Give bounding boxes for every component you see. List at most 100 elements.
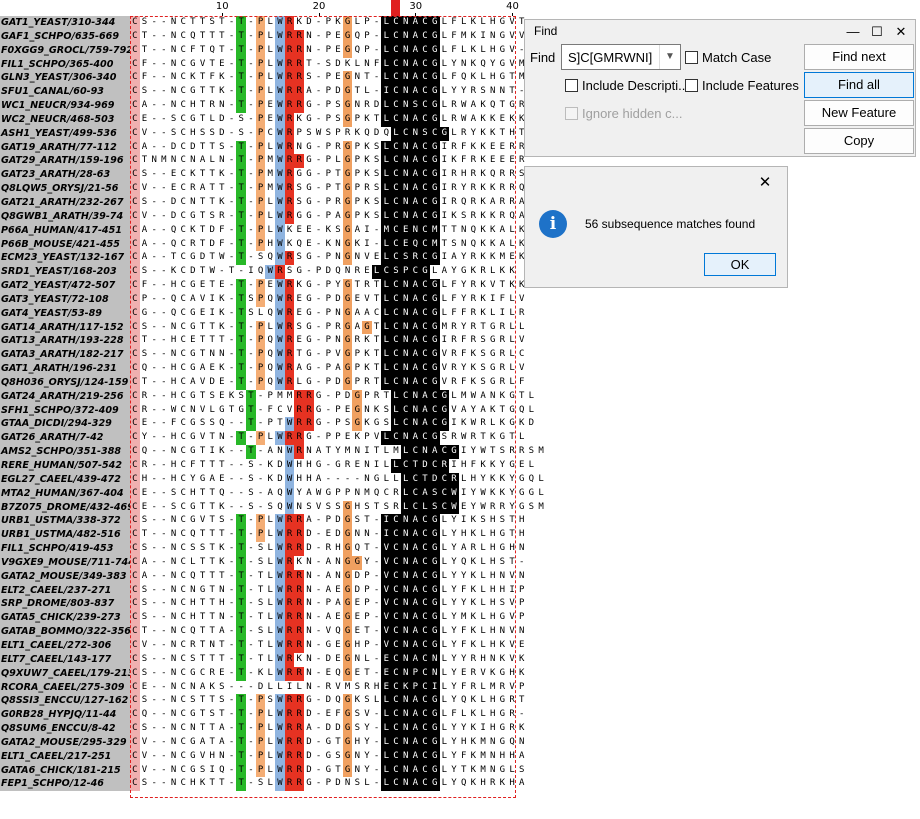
sequence-name[interactable]: WC1_NEUCR/934-969	[0, 99, 130, 113]
sequence-name[interactable]: GAT2_YEAST/472-507	[0, 279, 130, 293]
sequence-row[interactable]: CS--NCNTTA-T-PLWRRA-DDGSY-LCNACGLYYKIHGR…	[130, 722, 524, 736]
sequence-name[interactable]: ECM23_YEAST/132-167	[0, 251, 130, 265]
sequence-row[interactable]: CV--NCGATA-T-PLWRRD-GTGHY-LCNACGLYHKMNGQ…	[130, 735, 524, 750]
find-combo[interactable]: ▼	[561, 44, 681, 70]
sequence-name[interactable]: GAT3_YEAST/72-108	[0, 293, 130, 307]
sequence-name[interactable]: MTA2_HUMAN/367-404	[0, 487, 130, 501]
include-features-checkbox[interactable]	[685, 79, 698, 92]
new-feature-button[interactable]: New Feature	[804, 100, 914, 126]
sequence-name[interactable]: GATA2_MOUSE/295-329	[0, 736, 130, 750]
sequence-row[interactable]: CQ--NCGTST-T-PLWRRD-EFGSV-LCNACGLFLKLHGR…	[130, 708, 524, 723]
sequence-row[interactable]: CS--NCTTST-T-PLWRKD-PKGLP-LCNACGLFLKLHGV…	[130, 16, 524, 30]
sequence-row[interactable]: CF--NCKTFK-T-PLWRRS-PEGNT-LCNACGLFQKLHGT…	[130, 71, 524, 86]
sequence-row[interactable]: CTNMNCNALN-T-PMWRRG-PLGPKSLCNACGIKFRKEEE…	[130, 154, 524, 169]
sequence-name[interactable]: Q8H036_ORYSJ/124-159	[0, 376, 130, 390]
sequence-name[interactable]: Q8LQW5_ORYSJ/21-56	[0, 182, 130, 196]
sequence-row[interactable]: CT--HCAVDE-T-PQWRLG-PDGPRTLCNACGVRFKSGRL…	[130, 375, 524, 390]
sequence-row[interactable]: CA--NCLTTK-T-SLWRKN-ANGGY-VCNACGLYQKLHST…	[130, 555, 524, 570]
sequence-row[interactable]: CY--HCGVTN-T-PLWRRG-PPEKPVLCNACGSRWRTKGT…	[130, 431, 524, 446]
sequence-row[interactable]: CS--NCSSTK-T-SLWRRD-RHGQT-VCNACGLYARLHGH…	[130, 542, 524, 556]
sequence-name[interactable]: ELT7_CAEEL/143-177	[0, 653, 130, 667]
sequence-row[interactable]: CQ--HCGAEK-T-PQWRAG-PAGPKTLCNACGVRYKSGRL…	[130, 362, 524, 376]
sequence-row[interactable]: CS--NCHTTH-T-SLWRRN-PAGEP-VCNACGLYYKLHSV…	[130, 597, 524, 612]
sequence-name[interactable]: AMS2_SCHPO/351-388	[0, 445, 130, 459]
match-case-label[interactable]: Match Case	[702, 50, 771, 65]
sequence-name[interactable]: Q8SUM6_ENCCU/8-42	[0, 722, 130, 736]
sequence-row[interactable]: CP--QCAVIK-TSPQWREG-PDGEVTLCNACGLFYRKIFL…	[130, 292, 524, 307]
sequence-name[interactable]: GATA5_CHICK/239-273	[0, 611, 130, 625]
sequence-row[interactable]: CT--NCQTTT-T-PLWRRN-PEGQP-LCNACGLFMKINGV…	[130, 29, 524, 44]
sequence-row[interactable]: CS--NCGVTS-T-PLWRRA-PDGST-ICNACGLYIKSHST…	[130, 514, 524, 529]
sequence-name[interactable]: RERE_HUMAN/507-542	[0, 459, 130, 473]
sequence-row[interactable]: CS--NCGCRE-T-KLWRRN-EQGET-ECNPCNLYERVKGH…	[130, 666, 524, 681]
sequence-name[interactable]: GAF1_SCHPO/635-669	[0, 30, 130, 44]
sequence-name[interactable]: GAT21_ARATH/232-267	[0, 196, 130, 210]
sequence-name[interactable]: URB1_USTMA/482-516	[0, 528, 130, 542]
sequence-name[interactable]: P66A_HUMAN/417-451	[0, 224, 130, 238]
sequence-row[interactable]: CE--SCGTTK--S-SQWNSVSSGHSTSRLCLSCWEYWRRY…	[130, 500, 544, 515]
sequence-row[interactable]: CS--NCGTTK-T-PLWRSG-PRGAGTLCNACGMRYRTGRL…	[130, 320, 524, 335]
sequence-name[interactable]: P66B_MOUSE/421-455	[0, 238, 130, 252]
sequence-name[interactable]: SRP_DROME/803-837	[0, 597, 130, 611]
sequence-name[interactable]: GAT24_ARATH/219-256	[0, 390, 130, 404]
sequence-name[interactable]: GAT13_ARATH/193-228	[0, 334, 130, 348]
copy-button[interactable]: Copy	[804, 128, 914, 154]
sequence-name[interactable]: V9GXE9_MOUSE/711-744	[0, 556, 130, 570]
match-case-checkbox[interactable]	[685, 51, 698, 64]
sequence-name[interactable]: Q8GWB1_ARATH/39-74	[0, 210, 130, 224]
sequence-row[interactable]: CE--SCGTLD-S-PEWRKG-PSGPKTLCNACGLRWAKKEK…	[130, 112, 524, 127]
sequence-name[interactable]: GLN3_YEAST/306-340	[0, 71, 130, 85]
sequence-name[interactable]: GAT1_ARATH/196-231	[0, 362, 130, 376]
sequence-row[interactable]: CH--HCYGAE--S-KDWHHA----NGLLLCTDCRLHYKKY…	[130, 472, 544, 487]
sequence-name[interactable]: Q8SSI3_ENCCU/127-162	[0, 694, 130, 708]
sequence-row[interactable]: CE--NCNAKS---DLLILN-RVMSRHECKPCILYFRLMRV…	[130, 680, 524, 695]
sequence-row[interactable]: CS--NCHTTN-T-TLWRRN-AEGEP-VCNACGLYMKLHGV…	[130, 611, 524, 626]
sequence-row[interactable]: CT--NCQTTA-T-SLWRRN-VQGET-VCNACGLYFKLHNV…	[130, 625, 524, 639]
sequence-row[interactable]: CF--HCGETE-T-PEWRKG-PYGTRTLCNACGLFYRKVTK…	[130, 279, 524, 293]
sequence-row[interactable]: CA--NCHTRN-T-PEWRRG-PSGNRDLCNSCGLRWAKQTG…	[130, 99, 524, 113]
sequence-name[interactable]: G0RB28_HYPJQ/11-44	[0, 708, 130, 722]
sequence-name[interactable]: GATA6_CHICK/181-215	[0, 764, 130, 778]
sequence-row[interactable]: CV--NCGSIQ-T-PLWRRD-GTGNY-LCNACGLYTKMNGL…	[130, 763, 524, 778]
chevron-down-icon[interactable]: ▼	[659, 45, 680, 69]
sequence-name[interactable]: ELT2_CAEEL/237-271	[0, 584, 130, 598]
sequence-name[interactable]: GAT29_ARATH/159-196	[0, 154, 130, 168]
sequence-row[interactable]: CS--NCSTTS-T-PSWRRG-DQGKSLLCNACGLYQKLHGR…	[130, 694, 524, 709]
sequence-row[interactable]: CS--ECKTTK-T-PMWRGG-PTGPKSLCNACGIRHRKQRR…	[130, 168, 524, 183]
sequence-row[interactable]: CV--SCHSSD-S-PCWRPSWSPRKQDQLCNSCGLRYKKTH…	[130, 126, 534, 141]
sequence-name[interactable]: FIL1_SCHPO/419-453	[0, 542, 130, 556]
sequence-row[interactable]: CS--NCGTTK-T-PLWRRA-PDGTL-ICNACGLYYRSNNT…	[130, 85, 524, 100]
sequence-name[interactable]: GAT19_ARATH/77-112	[0, 141, 130, 155]
sequence-row[interactable]: CA--NCQTTT-T-TLWRRN-ANGDP-VCNACGLYYKLHNV…	[130, 569, 524, 584]
sequence-row[interactable]: CS--NCGTNN-T-PQWRTG-PVGPKTLCNACGVRFKSGRL…	[130, 348, 524, 363]
sequence-name[interactable]: FIL1_SCHPO/365-400	[0, 58, 130, 72]
find-all-button[interactable]: Find all	[804, 72, 914, 98]
sequence-row[interactable]: CR--HCGTSEKST-PMMRRG-PDGPRTLCNACGLMWANKG…	[130, 389, 534, 404]
sequence-name[interactable]: GAT26_ARATH/7-42	[0, 431, 130, 445]
sequence-row[interactable]: CT--NCFTQT-T-PLWRRN-PEGQP-LCNACGLFLKLHGV…	[130, 43, 524, 58]
sequence-row[interactable]: CA--TCGDTW-T-SQWRSG-PNGNVELCSRCGIAYRKKME…	[130, 251, 524, 266]
include-descriptions-checkbox[interactable]	[565, 79, 578, 92]
sequence-name[interactable]: EGL27_CAEEL/439-472	[0, 473, 130, 487]
sequence-alignment-panel[interactable]: CS--NCTTST-T-PLWRKD-PKGLP-LCNACGLFLKLHGV…	[130, 16, 544, 792]
sequence-name[interactable]: GATAB_BOMMO/322-356	[0, 625, 130, 639]
sequence-name[interactable]: WC2_NEUCR/468-503	[0, 113, 130, 127]
sequence-row[interactable]: CA--QCKTDF-T-PLWKEE-KSGAI-MCENCMTTNQKKAL…	[130, 223, 524, 238]
sequence-name[interactable]: GAT23_ARATH/28-63	[0, 168, 130, 182]
sequence-name[interactable]: SRD1_YEAST/168-203	[0, 265, 130, 279]
sequence-name[interactable]: ELT1_CAEEL/272-306	[0, 639, 130, 653]
find-titlebar[interactable]: Find — ☐ ✕	[525, 20, 915, 44]
column-ruler[interactable]: 10 20 30 40	[0, 0, 520, 16]
sequence-row[interactable]: CS--DCNTTK-T-PLWRSG-PRGPKSLCNACGIRQRKARR…	[130, 195, 524, 210]
sequence-name[interactable]: SFU1_CANAL/60-93	[0, 85, 130, 99]
sequence-row[interactable]: CS--NCSTTT-T-TLWRKN-DEGNL-ECNACNLYYRHNKV…	[130, 652, 524, 667]
sequence-name[interactable]: GTAA_DICDI/294-329	[0, 417, 130, 431]
sequence-row[interactable]: CG--QCGEIK-TSLQWREG-PNGAACLCNACGLFFRKLIL…	[130, 306, 524, 321]
sequence-row[interactable]: CE--SCHTTQ--S-AQWYAWGPPNMQCRLCASCWIYWKKY…	[130, 486, 544, 501]
sequence-name[interactable]: GAT14_ARATH/117-152	[0, 321, 130, 335]
sequence-name[interactable]: B7Z075_DROME/432-469	[0, 501, 130, 515]
sequence-name[interactable]: SFH1_SCHPO/372-409	[0, 404, 130, 418]
sequence-name[interactable]: RCORA_CAEEL/275-309	[0, 681, 130, 695]
sequence-name[interactable]: Q9XUW7_CAEEL/179-213	[0, 667, 130, 681]
find-next-button[interactable]: Find next	[804, 44, 914, 70]
